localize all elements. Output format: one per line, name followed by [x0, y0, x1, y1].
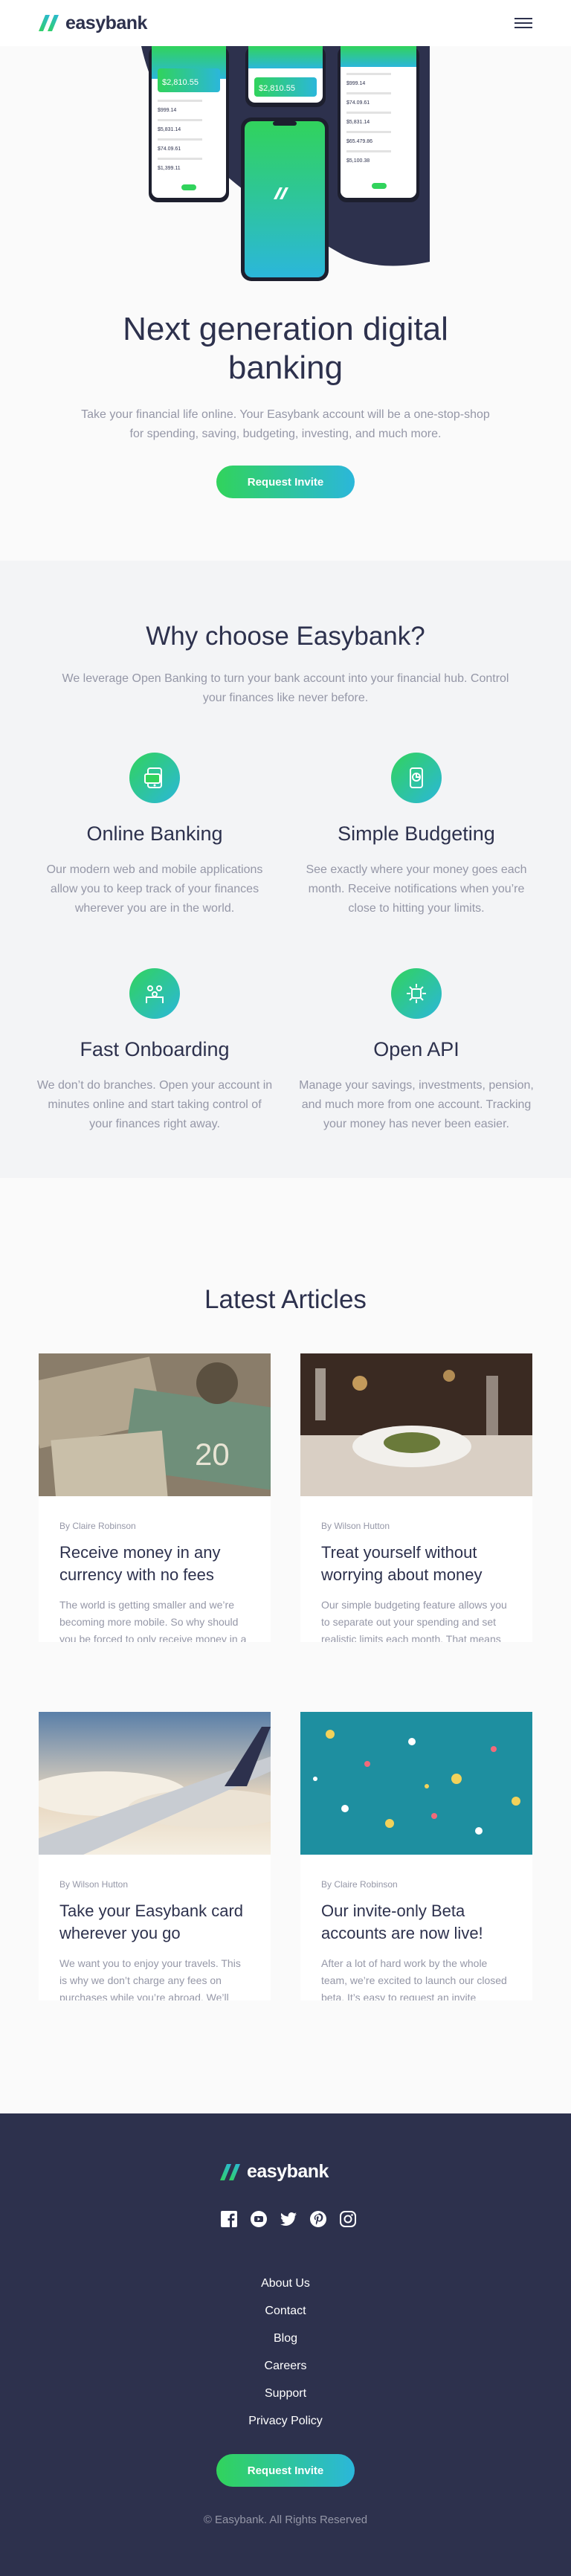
why-description: We leverage Open Banking to turn your ba… [62, 672, 509, 704]
article-excerpt: Our simple budgeting feature allows you … [321, 1599, 507, 1642]
article-excerpt: The world is getting smaller and we’re b… [59, 1599, 247, 1642]
instagram-icon[interactable] [338, 2209, 358, 2229]
footer-link-privacy[interactable]: Privacy Policy [0, 2407, 571, 2435]
footer-link-blog[interactable]: Blog [0, 2325, 571, 2352]
article-title[interactable]: Treat yourself without worrying about mo… [321, 1542, 512, 1586]
feature-simple-budgeting: Simple Budgeting See exactly where your … [297, 753, 535, 918]
transaction-text: $5,100.38 [346, 158, 370, 164]
article-card[interactable]: 20 By Claire Robinson Receive money in a… [39, 1353, 271, 1642]
site-header: easybank [0, 0, 571, 46]
copyright-text: © Easybank. All Rights Reserved [203, 2514, 368, 2526]
footer-link-about[interactable]: About Us [0, 2270, 571, 2297]
article-title[interactable]: Take your Easybank card wherever you go [59, 1900, 250, 1945]
articles-title: Latest Articles [204, 1285, 367, 1314]
feature-description: See exactly where your money goes each m… [306, 863, 527, 915]
footer-link-support[interactable]: Support [0, 2380, 571, 2407]
article-title[interactable]: Our invite-only Beta accounts are now li… [321, 1900, 512, 1945]
pinterest-icon[interactable] [308, 2209, 329, 2229]
feature-open-api: Open API Manage your savings, investment… [297, 968, 535, 1134]
restaurant-photo [300, 1353, 532, 1496]
feature-description: We don’t do branches. Open your account … [36, 1079, 273, 1130]
hero-section: $2,810.55 $999.14 $5,831.14 $74.09.61 $1… [0, 46, 571, 561]
transaction-text: $999.14 [346, 81, 365, 86]
article-author: By Wilson Hutton [321, 1521, 390, 1531]
balance-text: $2,810.55 [259, 84, 295, 93]
logo-text: easybank [65, 12, 147, 33]
confetti-photo [300, 1712, 532, 1855]
logo[interactable]: easybank [39, 13, 147, 34]
balance-text: $2,810.55 [162, 78, 199, 87]
social-links [219, 2209, 358, 2229]
article-card[interactable]: By Wilson Hutton Take your Easybank card… [39, 1712, 271, 2000]
youtube-icon[interactable] [248, 2209, 269, 2229]
footer-link-contact[interactable]: Contact [0, 2297, 571, 2325]
online-banking-icon [129, 753, 180, 803]
hero-title: Next generation digital banking [123, 311, 448, 386]
feature-title: Online Banking [86, 822, 223, 845]
request-invite-button[interactable]: Request Invite [216, 466, 355, 498]
feature-online-banking: Online Banking Our modern web and mobile… [36, 753, 274, 918]
footer-request-invite-button[interactable]: Request Invite [216, 2454, 355, 2487]
article-card[interactable]: By Claire Robinson Our invite-only Beta … [300, 1712, 532, 2000]
api-icon [391, 968, 442, 1019]
article-card[interactable]: By Wilson Hutton Treat yourself without … [300, 1353, 532, 1642]
footer-nav: About Us Contact Blog Careers Support Pr… [0, 2270, 571, 2435]
article-author: By Wilson Hutton [59, 1879, 129, 1890]
article-excerpt: After a lot of hard work by the whole te… [321, 1957, 507, 2000]
article-title[interactable]: Receive money in any currency with no fe… [59, 1542, 250, 1586]
feature-fast-onboarding: Fast Onboarding We don’t do branches. Op… [36, 968, 274, 1134]
transaction-text: $5,831.14 [346, 120, 370, 125]
budgeting-icon [391, 753, 442, 803]
feature-description: Manage your savings, investments, pensio… [299, 1079, 534, 1130]
hero-phones-illustration: $2,810.55 $999.14 $5,831.14 $74.09.61 $1… [141, 46, 430, 281]
why-title: Why choose Easybank? [146, 622, 425, 651]
feature-title: Open API [373, 1038, 459, 1060]
feature-title: Fast Onboarding [80, 1038, 230, 1060]
why-section: Why choose Easybank? We leverage Open Ba… [0, 561, 571, 1178]
feature-title: Simple Budgeting [338, 822, 495, 845]
plane-photo [39, 1712, 271, 1855]
footer-link-careers[interactable]: Careers [0, 2352, 571, 2380]
svg-text:20: 20 [195, 1437, 230, 1472]
article-author: By Claire Robinson [321, 1879, 398, 1890]
footer-logo[interactable]: easybank [220, 2161, 329, 2183]
transaction-text: $74.09.61 [346, 100, 370, 106]
feature-description: Our modern web and mobile applications a… [46, 863, 263, 915]
facebook-icon[interactable] [219, 2209, 239, 2229]
logo-text: easybank [247, 2161, 329, 2182]
site-footer: easybank About Us Contact Blog Careers S… [0, 2113, 571, 2576]
transaction-text: $74.09.61 [158, 146, 181, 152]
transaction-text: $5,831.14 [158, 127, 181, 132]
onboarding-icon [129, 968, 180, 1019]
transaction-text: $65.479.86 [346, 139, 372, 144]
hero-description: Take your financial life online. Your Ea… [81, 408, 490, 440]
article-author: By Claire Robinson [59, 1521, 136, 1531]
currency-photo: 20 [39, 1353, 271, 1507]
hamburger-icon[interactable] [514, 18, 532, 28]
transaction-text: $999.14 [158, 108, 176, 113]
logo-icon [220, 2163, 240, 2180]
logo-icon [39, 15, 59, 31]
article-excerpt: We want you to enjoy your travels. This … [59, 1957, 241, 2000]
transaction-text: $1,399.11 [158, 166, 181, 171]
twitter-icon[interactable] [278, 2209, 299, 2229]
articles-section: Latest Articles 20 By Claire Robinson Re… [0, 1178, 571, 2113]
